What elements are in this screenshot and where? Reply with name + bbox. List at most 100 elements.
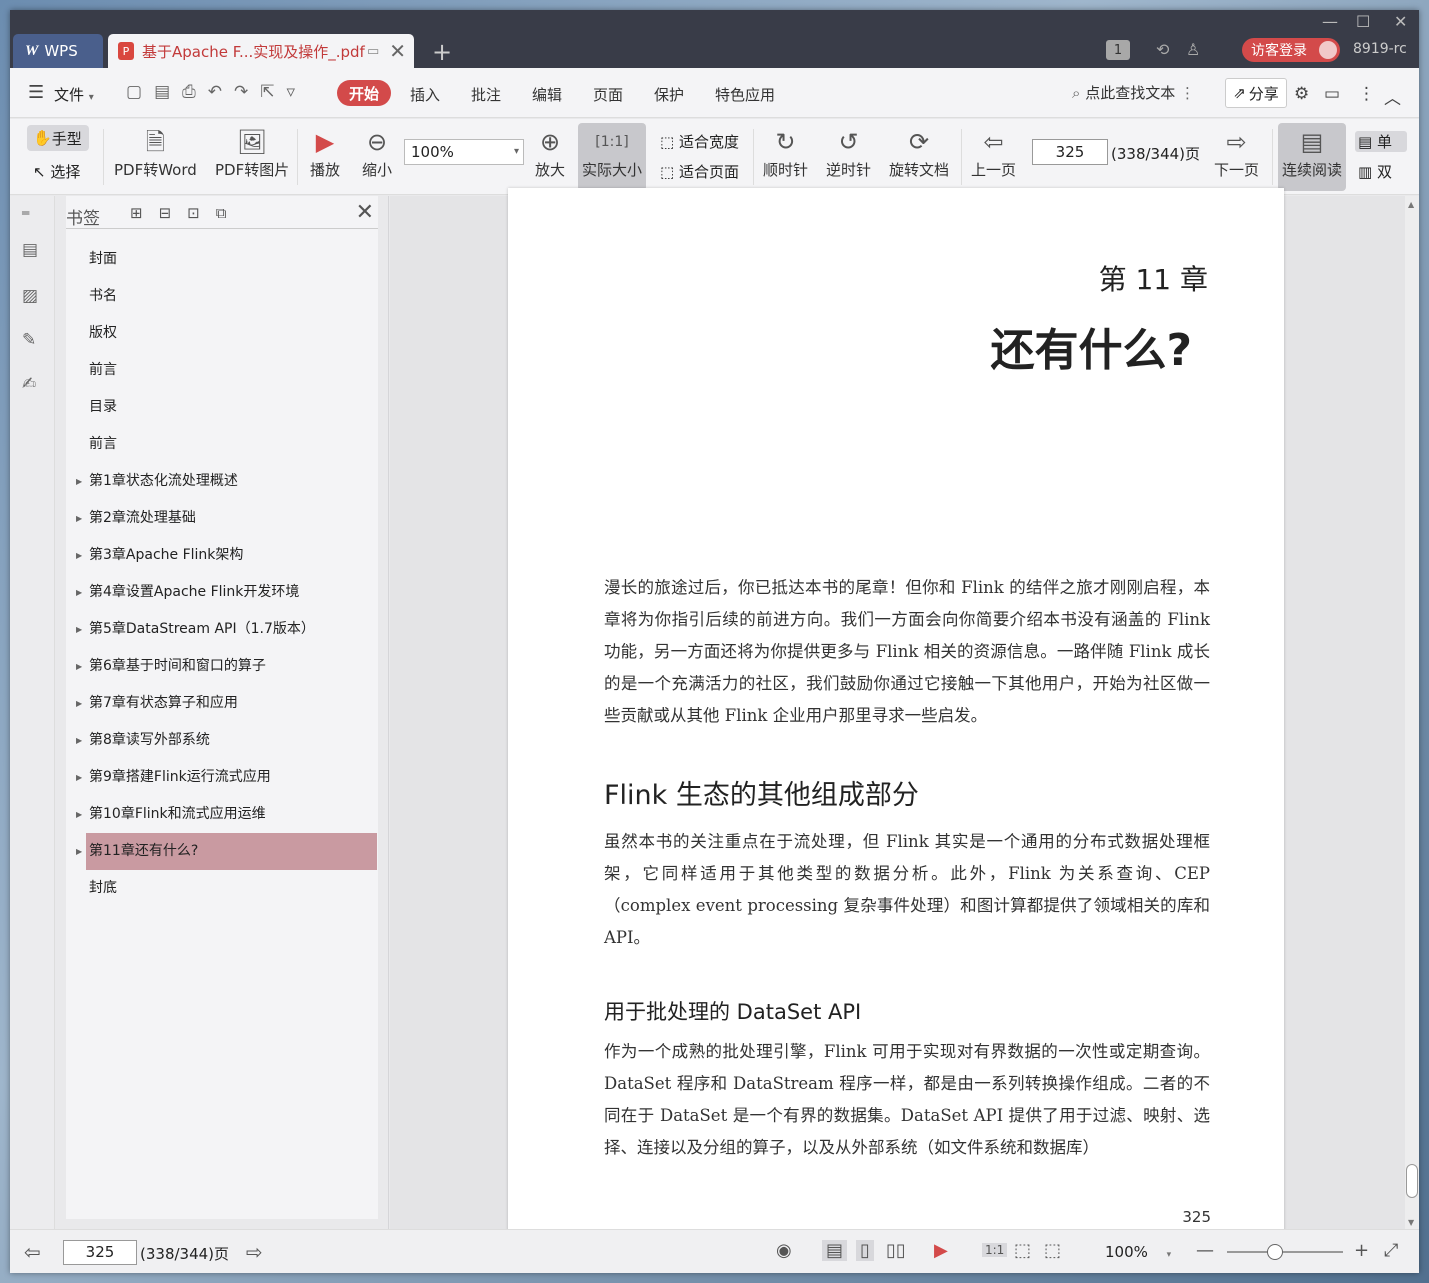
bookmark-item[interactable]: ▶ 第4章设置Apache Flink开发环境 <box>66 574 378 611</box>
bookmark-item[interactable]: ▶ 第10章Flink和流式应用运维 <box>66 796 378 833</box>
zoom-in-status-icon[interactable]: + <box>1354 1240 1369 1261</box>
continuous-view-icon[interactable]: ▤ <box>822 1240 848 1261</box>
menu-tab-protect[interactable]: 保护 <box>654 84 684 105</box>
status-prev-page-icon[interactable]: ⇦ <box>24 1240 41 1264</box>
bookmark-item-selected[interactable]: ▶ 第11章还有什么? <box>76 833 377 870</box>
fit-width-status-icon[interactable]: ⬚ <box>1044 1240 1061 1261</box>
more-options-icon[interactable]: ⋮ <box>1358 84 1375 104</box>
expand-arrow-icon[interactable]: ▶ <box>76 759 82 796</box>
open-icon[interactable]: ▢ <box>126 82 142 102</box>
bookmark-item[interactable]: 版权 <box>66 315 378 352</box>
thumbnail-icon[interactable]: ▨ <box>22 286 42 306</box>
bookmark-item[interactable]: 封底 <box>66 870 378 907</box>
expand-arrow-icon[interactable]: ▶ <box>76 611 82 648</box>
bookmark-item[interactable]: 前言 <box>66 426 378 463</box>
guest-login-button[interactable]: 访客登录 <box>1242 38 1340 62</box>
minimize-icon[interactable]: — <box>1322 12 1338 31</box>
status-zoom-value[interactable]: 100% ▾ <box>1105 1243 1171 1261</box>
menu-tab-start[interactable]: 开始 <box>337 80 391 106</box>
document-tab[interactable]: P 基于Apache F...实现及操作_.pdf ▭ ✕ <box>108 34 414 68</box>
find-text-search[interactable]: ⌕ 点此查找文本 ⋮ <box>1072 82 1195 103</box>
new-tab-icon[interactable]: + <box>432 38 452 66</box>
zoom-slider-knob[interactable] <box>1267 1244 1283 1260</box>
bookmark-item[interactable]: ▶ 第2章流处理基础 <box>66 500 378 537</box>
expand-arrow-icon[interactable]: ▶ <box>76 685 82 722</box>
bookmark-panel-icon[interactable]: ▤ <box>22 240 42 260</box>
skin-icon[interactable]: ♙ <box>1186 40 1200 59</box>
menu-tab-edit[interactable]: 编辑 <box>532 84 562 105</box>
fullscreen-icon[interactable]: ⤢ <box>1384 1240 1398 1261</box>
fit-page-status-icon[interactable]: ⬚ <box>1014 1240 1031 1261</box>
status-page-input[interactable]: 325 <box>63 1240 137 1265</box>
signature-icon[interactable]: ✍ <box>22 374 42 394</box>
document-viewport[interactable]: 第 11 章 还有什么? 漫长的旅途过后，你已抵达本书的尾章！但你和 Flink… <box>390 188 1405 1236</box>
vertical-scrollbar[interactable]: ▲ ▼ <box>1405 196 1419 1229</box>
more-dropdown-icon[interactable]: ▿ <box>286 82 295 102</box>
panel-divider[interactable] <box>388 196 389 1229</box>
share-button[interactable]: ⇗ 分享 <box>1225 78 1287 108</box>
close-panel-icon[interactable]: ✕ <box>356 200 374 225</box>
rotate-document-button[interactable]: ⟳ 旋转文档 <box>889 125 949 180</box>
redo-icon[interactable]: ↷ <box>234 82 248 102</box>
bookmark-item[interactable]: 前言 <box>66 352 378 389</box>
prev-page-button[interactable]: ⇦ 上一页 <box>971 125 1016 180</box>
scrollbar-thumb[interactable] <box>1406 1164 1418 1198</box>
undo-icon[interactable]: ↶ <box>208 82 222 102</box>
bookmark-item[interactable]: 封面 <box>66 241 378 278</box>
bookmark-item[interactable]: 书名 <box>66 278 378 315</box>
bookmark-item[interactable]: ▶ 第1章状态化流处理概述 <box>66 463 378 500</box>
annotation-icon[interactable]: ✎ <box>22 330 42 350</box>
monitor-icon[interactable]: ▭ <box>367 44 379 59</box>
zoom-out-button[interactable]: ⊖ 缩小 <box>362 125 392 180</box>
single-page-button[interactable]: ▤ 单 <box>1355 131 1407 152</box>
menu-tab-special[interactable]: 特色应用 <box>715 84 775 105</box>
expand-arrow-icon[interactable]: ▶ <box>76 648 82 685</box>
page-number-input[interactable]: 325 <box>1032 139 1108 165</box>
fit-width-button[interactable]: ⬚ 适合宽度 <box>660 131 739 152</box>
print-icon[interactable]: ⎙ <box>182 82 196 102</box>
expand-arrow-icon[interactable]: ▶ <box>76 574 82 611</box>
zoom-slider[interactable] <box>1227 1244 1343 1260</box>
play-button[interactable]: ▶ 播放 <box>310 125 340 180</box>
collapse-ribbon-icon[interactable]: ︿ <box>1384 84 1401 109</box>
expand-arrow-icon[interactable]: ▶ <box>76 796 82 833</box>
hamburger-menu-icon[interactable]: ☰ <box>28 82 44 103</box>
expand-arrow-icon[interactable]: ▶ <box>76 500 82 537</box>
menu-tab-annotate[interactable]: 批注 <box>471 84 501 105</box>
bookmark-item[interactable]: ▶ 第6章基于时间和窗口的算子 <box>66 648 378 685</box>
collapse-all-icon[interactable]: ⊟ <box>159 204 172 222</box>
expand-arrow-icon[interactable]: ▶ <box>76 833 82 870</box>
next-page-button[interactable]: ⇨ 下一页 <box>1214 125 1259 180</box>
settings-gear-icon[interactable]: ⚙ <box>1294 84 1309 104</box>
add-bookmark-icon[interactable]: ⊡ <box>187 204 200 222</box>
slideshow-icon[interactable]: ▶ <box>934 1240 948 1261</box>
rotate-counter-clockwise-button[interactable]: ↺ 逆时针 <box>826 125 871 180</box>
pdf-to-word-button[interactable]: 🗎 PDF转Word <box>114 125 197 180</box>
bookmark-options-icon[interactable]: ⧉ <box>216 204 227 222</box>
zoom-out-status-icon[interactable]: — <box>1196 1240 1214 1261</box>
export-icon[interactable]: ⇱ <box>260 82 274 102</box>
scroll-up-icon[interactable]: ▲ <box>1408 200 1414 209</box>
bookmark-item[interactable]: ▶ 第5章DataStream API（1.7版本） <box>66 611 378 648</box>
continuous-read-button[interactable]: ▤ 连续阅读 <box>1278 123 1347 191</box>
bookmark-item[interactable]: ▶ 第3章Apache Flink架构 <box>66 537 378 574</box>
fit-page-button[interactable]: ⬚ 适合页面 <box>660 161 739 182</box>
expand-arrow-icon[interactable]: ▶ <box>76 463 82 500</box>
actual-size-button[interactable]: [1:1] 实际大小 <box>578 123 647 191</box>
zoom-select[interactable]: 100% ▾ <box>404 139 524 165</box>
double-page-button[interactable]: ▥ 双 <box>1358 161 1406 182</box>
scroll-down-icon[interactable]: ▼ <box>1408 1218 1414 1227</box>
menu-tab-page[interactable]: 页面 <box>593 84 623 105</box>
eye-protection-icon[interactable]: ◉ <box>776 1240 792 1261</box>
double-view-icon[interactable]: ▯▯ <box>886 1240 906 1261</box>
wps-home-tab[interactable]: W WPS <box>13 34 103 68</box>
actual-size-status-icon[interactable]: 1:1 <box>982 1243 1008 1257</box>
zoom-in-button[interactable]: ⊕ 放大 <box>535 125 565 180</box>
sync-icon[interactable]: ⟲ <box>1156 40 1169 59</box>
expand-arrow-icon[interactable]: ▶ <box>76 722 82 759</box>
single-view-icon[interactable]: ▯ <box>856 1240 874 1261</box>
maximize-icon[interactable]: ☐ <box>1356 12 1370 31</box>
menu-tab-insert[interactable]: 插入 <box>410 84 440 105</box>
hand-tool-button[interactable]: ✋ 手型 <box>27 125 89 151</box>
pdf-to-image-button[interactable]: 🖼 PDF转图片 <box>215 125 289 180</box>
